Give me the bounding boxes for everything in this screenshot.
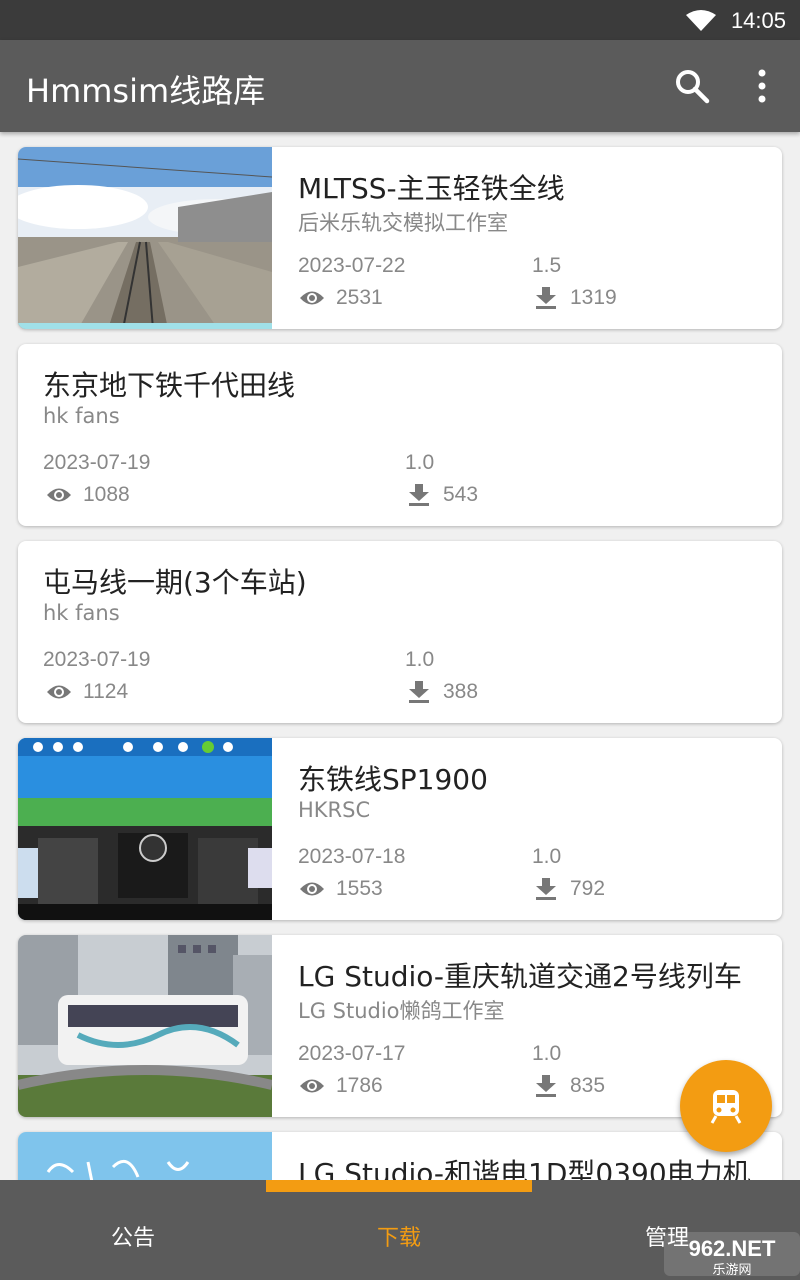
tab-announcements[interactable]: 公告	[0, 1220, 266, 1252]
route-date: 2023-07-17	[298, 1042, 406, 1065]
route-downloads-count: 792	[570, 877, 606, 900]
app-bar: Hmmsim线路库	[0, 40, 800, 132]
route-date: 2023-07-22	[298, 254, 406, 277]
eye-icon	[300, 1079, 324, 1093]
eye-icon	[300, 882, 324, 896]
route-views: 1124	[43, 680, 128, 704]
route-title: 东铁线SP1900	[298, 763, 488, 796]
route-thumbnail	[18, 935, 272, 1117]
route-views-count: 1088	[83, 483, 130, 506]
train-icon	[710, 1090, 742, 1124]
watermark-logo: 962.NET 乐游网	[664, 1232, 800, 1278]
route-date: 2023-07-19	[43, 451, 151, 474]
download-icon	[409, 484, 429, 506]
route-downloads: 792	[532, 877, 605, 901]
route-title: 东京地下铁千代田线	[43, 369, 296, 402]
route-card[interactable]: 东铁线SP1900 HKRSC 2023-07-18 1.0 1553 792	[18, 738, 782, 920]
status-bar: 14:05	[0, 0, 800, 40]
route-views-count: 1786	[336, 1074, 383, 1097]
route-title: LG Studio-重庆轨道交通2号线列车	[298, 960, 742, 993]
route-card[interactable]: LG Studio-重庆轨道交通2号线列车 LG Studio懒鸽工作室 202…	[18, 935, 782, 1117]
route-card[interactable]: MLTSS-主玉轻铁全线 后米乐轨交模拟工作室 2023-07-22 1.5 2…	[18, 147, 782, 329]
page-title: Hmmsim线路库	[26, 72, 266, 110]
active-tab-indicator	[266, 1180, 532, 1192]
route-views-count: 1553	[336, 877, 383, 900]
route-version: 1.0	[405, 451, 435, 474]
train-fab-button[interactable]	[680, 1060, 772, 1152]
download-icon	[536, 878, 556, 900]
route-author: hk fans	[43, 601, 120, 625]
watermark-subtext: 乐游网	[712, 1263, 751, 1278]
route-card[interactable]: LG Studio-和谐电1D型0390电力机	[18, 1132, 782, 1180]
route-views: 1088	[43, 483, 130, 507]
route-date: 2023-07-19	[43, 648, 151, 671]
route-thumbnail	[18, 738, 272, 920]
route-downloads-count: 1319	[570, 286, 617, 309]
status-time: 14:05	[730, 8, 786, 33]
route-card[interactable]: 屯马线一期(3个车站) hk fans 2023-07-19 1.0 1124 …	[18, 541, 782, 723]
route-title: 屯马线一期(3个车站)	[43, 566, 307, 599]
route-downloads: 835	[532, 1074, 605, 1098]
eye-icon	[47, 488, 71, 502]
route-info: 屯马线一期(3个车站) hk fans 2023-07-19 1.0 1124 …	[43, 541, 782, 723]
search-icon[interactable]	[672, 66, 712, 106]
eye-icon	[300, 291, 324, 305]
route-views: 1786	[298, 1074, 383, 1098]
download-icon	[409, 681, 429, 703]
route-version: 1.0	[532, 1042, 562, 1065]
route-version: 1.0	[405, 648, 435, 671]
wifi-icon	[686, 10, 716, 31]
more-options-icon[interactable]	[748, 66, 776, 106]
route-info: 东铁线SP1900 HKRSC 2023-07-18 1.0 1553 792	[298, 738, 782, 920]
watermark-text: 962.NET	[689, 1236, 776, 1261]
route-author: HKRSC	[298, 798, 371, 822]
route-views: 2531	[298, 286, 383, 310]
route-title: MLTSS-主玉轻铁全线	[298, 172, 565, 205]
route-downloads: 1319	[532, 286, 617, 310]
route-title: LG Studio-和谐电1D型0390电力机	[298, 1157, 751, 1180]
route-version: 1.5	[532, 254, 562, 277]
download-icon	[536, 1075, 556, 1097]
route-card[interactable]: 东京地下铁千代田线 hk fans 2023-07-19 1.0 1088 54…	[18, 344, 782, 526]
route-info: MLTSS-主玉轻铁全线 后米乐轨交模拟工作室 2023-07-22 1.5 2…	[298, 147, 782, 329]
route-downloads-count: 835	[570, 1074, 606, 1097]
route-thumbnail	[18, 147, 272, 329]
route-author: LG Studio懒鸽工作室	[298, 999, 505, 1023]
route-downloads: 543	[405, 483, 478, 507]
route-date: 2023-07-18	[298, 845, 406, 868]
route-downloads: 388	[405, 680, 478, 704]
route-list: MLTSS-主玉轻铁全线 后米乐轨交模拟工作室 2023-07-22 1.5 2…	[0, 132, 800, 1180]
eye-icon	[47, 685, 71, 699]
route-views-count: 2531	[336, 286, 383, 309]
route-downloads-count: 388	[443, 680, 479, 703]
route-info: 东京地下铁千代田线 hk fans 2023-07-19 1.0 1088 54…	[43, 344, 782, 526]
route-author: hk fans	[43, 404, 120, 428]
route-version: 1.0	[532, 845, 562, 868]
route-views-count: 1124	[83, 680, 129, 703]
download-icon	[536, 287, 556, 309]
route-author: 后米乐轨交模拟工作室	[298, 211, 508, 235]
route-downloads-count: 543	[443, 483, 479, 506]
tab-downloads[interactable]: 下载	[266, 1220, 532, 1252]
route-thumbnail	[18, 1132, 272, 1180]
route-views: 1553	[298, 877, 383, 901]
